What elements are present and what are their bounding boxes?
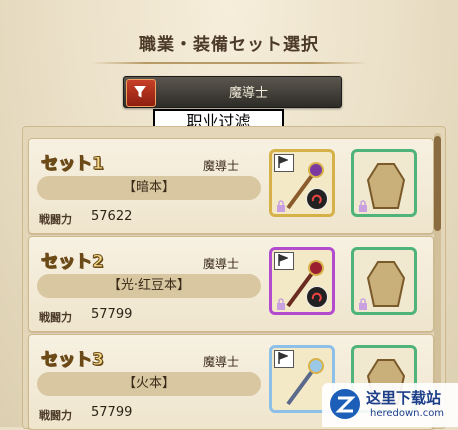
job-filter-bar[interactable]: 魔導士 [123, 76, 342, 108]
lock-icon [359, 298, 367, 310]
armor-slot[interactable] [351, 149, 417, 217]
power-value: 57799 [91, 307, 133, 322]
power-label: 戦闘力 [39, 213, 72, 226]
scroll-thumb[interactable] [434, 136, 441, 231]
swap-icon[interactable] [306, 286, 328, 308]
staff-icon [286, 358, 324, 406]
lock-icon [359, 200, 367, 212]
lock-icon [277, 200, 285, 212]
set-card-2[interactable]: セット2 魔導士 【光·红豆本】 戦闘力 57799 [28, 236, 434, 332]
lock-icon [277, 298, 285, 310]
watermark-url: heredown.com [370, 408, 445, 419]
set-job: 魔導士 [203, 257, 240, 271]
swap-icon[interactable] [306, 188, 328, 210]
page-title: 職業・装備セット選択 [139, 35, 319, 55]
site-watermark: 这里下载站 heredown.com [322, 383, 458, 427]
watermark-text: 这里下载站 [366, 389, 442, 407]
robe-icon [366, 261, 406, 307]
set-card-1[interactable]: セット1 魔導士 【暗本】 戦闘力 57622 [28, 138, 434, 234]
set-name: セット3 [41, 350, 105, 371]
filter-button[interactable] [126, 79, 156, 107]
set-job: 魔導士 [203, 159, 240, 173]
set-tag: 【光·红豆本】 [37, 274, 261, 298]
set-name: セット1 [41, 154, 105, 175]
scrollbar[interactable] [434, 133, 441, 419]
set-tag: 【暗本】 [37, 176, 261, 200]
set-job: 魔導士 [203, 355, 240, 369]
set-tag: 【火本】 [37, 372, 261, 396]
armor-slot[interactable] [351, 247, 417, 315]
power-value: 57799 [91, 405, 133, 420]
weapon-slot[interactable] [269, 149, 335, 217]
title-divider [90, 62, 368, 64]
site-logo-icon [330, 389, 360, 419]
power-value: 57622 [91, 209, 133, 224]
funnel-icon [134, 86, 146, 98]
power-label: 戦闘力 [39, 311, 72, 324]
set-name: セット2 [41, 252, 105, 273]
weapon-slot[interactable] [269, 247, 335, 315]
power-label: 戦闘力 [39, 409, 72, 422]
robe-icon [366, 163, 406, 209]
selected-job: 魔導士 [228, 86, 268, 101]
